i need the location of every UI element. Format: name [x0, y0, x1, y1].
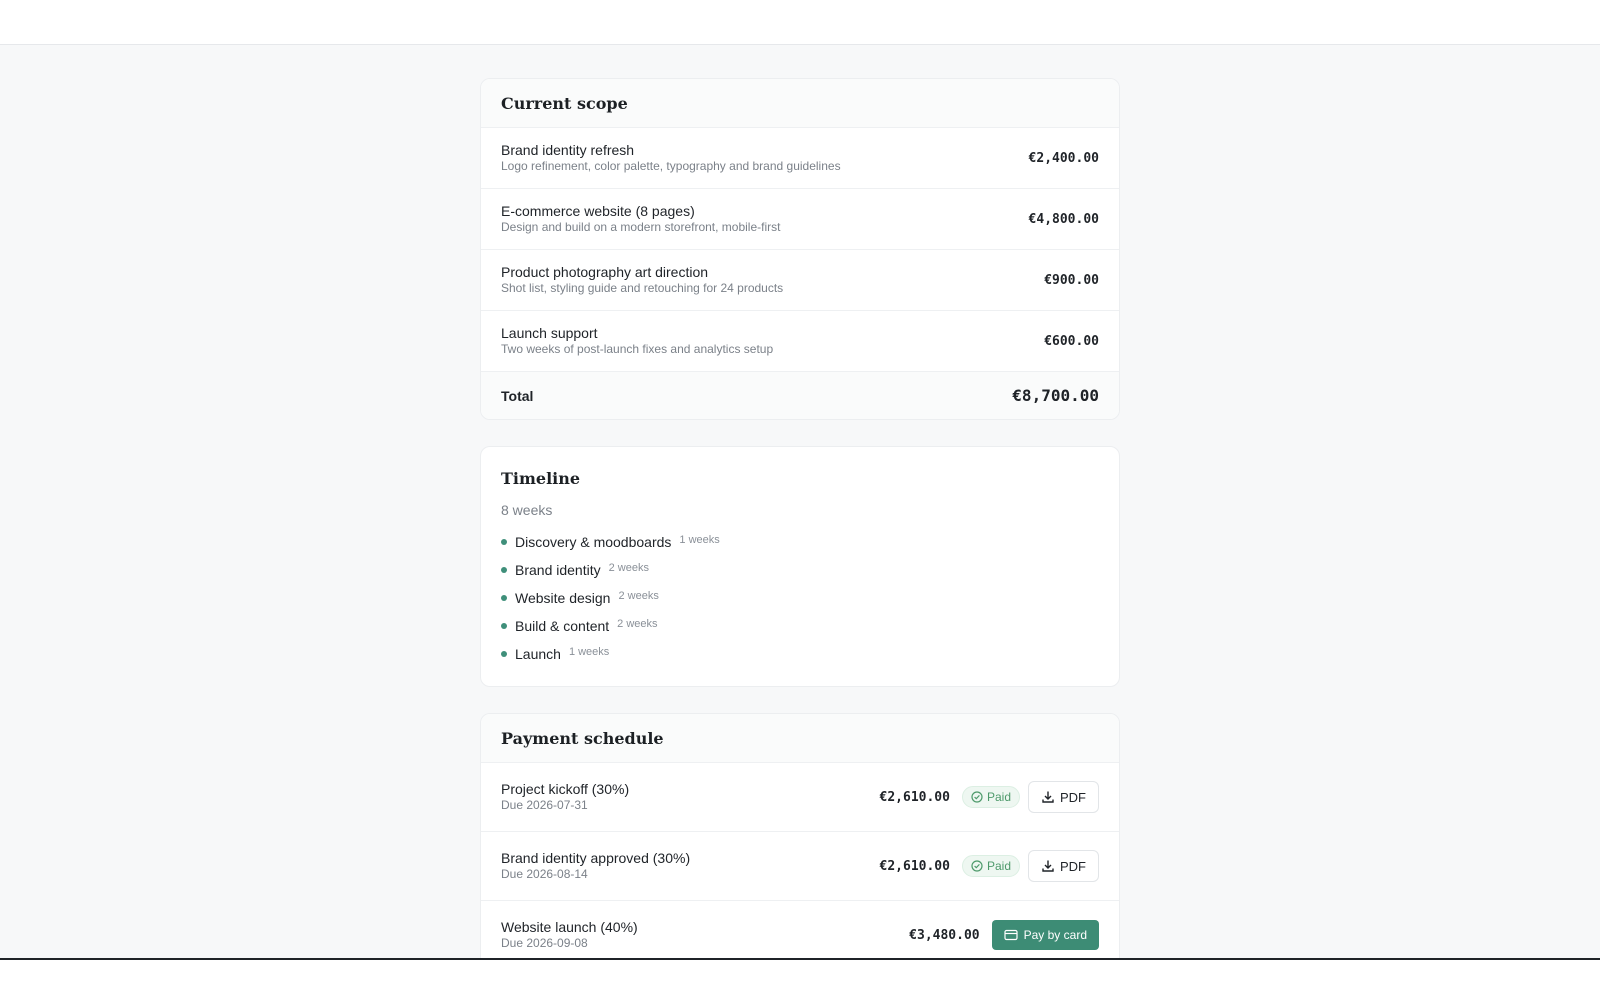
phase-name: Discovery & moodboards — [515, 534, 672, 550]
phase-item: Discovery & moodboards 1 weeks — [501, 528, 1099, 556]
payment-due-date: Due 2026-07-31 — [501, 798, 588, 812]
phase-item: Build & content 2 weeks — [501, 612, 1099, 640]
scope-item: Product photography art direction Shot l… — [481, 250, 1119, 311]
total-amount: €8,700.00 — [1012, 386, 1099, 405]
scope-card-header: Current scope — [481, 79, 1119, 128]
phase-item: Website design 2 weeks — [501, 584, 1099, 612]
scope-item-description: Shot list, styling guide and retouching … — [501, 281, 784, 295]
timeline-duration: 8 weeks — [501, 502, 553, 518]
scope-item-description: Design and build on a modern storefront,… — [501, 220, 781, 234]
phase-item: Launch 1 weeks — [501, 640, 1099, 668]
page-content: Current scope Brand identity refresh Log… — [480, 78, 1120, 997]
payment-amount: €2,610.00 — [879, 858, 950, 874]
status-badge: Paid — [961, 855, 1020, 877]
status-badge: Paid — [961, 786, 1020, 808]
scope-item-text: E-commerce website (8 pages) Design and … — [501, 203, 780, 235]
phase-duration: 1 weeks — [568, 646, 610, 658]
phase-name: Website design — [515, 590, 611, 606]
check-circle-icon — [971, 860, 983, 872]
dot-icon — [501, 595, 507, 601]
phase-name: Brand identity — [515, 562, 601, 578]
top-bar — [0, 0, 1600, 45]
payment-title: Payment schedule — [501, 728, 664, 748]
payment-amount: €2,610.00 — [879, 789, 950, 805]
timeline-card: Timeline 8 weeks Discovery & moodboards … — [480, 446, 1120, 687]
dot-icon — [501, 567, 507, 573]
scope-item: E-commerce website (8 pages) Design and … — [481, 189, 1119, 250]
scope-item-amount: €2,400.00 — [1028, 150, 1099, 166]
scope-title: Current scope — [501, 93, 628, 113]
scope-item: Launch support Two weeks of post-launch … — [481, 311, 1119, 372]
payment-text: Brand identity approved (30%) Due 2026-0… — [501, 850, 690, 882]
scope-item-title: Brand identity refresh — [501, 142, 635, 158]
payment-title: Project kickoff (30%) — [501, 781, 630, 797]
scope-item-title: E-commerce website (8 pages) — [501, 203, 695, 219]
below-viewport-area — [0, 960, 1600, 1000]
phase-name: Launch — [515, 646, 561, 662]
timeline-title: Timeline — [501, 469, 581, 488]
scope-item-amount: €900.00 — [1044, 272, 1099, 288]
scope-item-description: Logo refinement, color palette, typograp… — [501, 159, 841, 173]
scope-total-row: Total €8,700.00 — [481, 372, 1119, 419]
scope-item-text: Launch support Two weeks of post-launch … — [501, 325, 773, 357]
payment-text: Project kickoff (30%) Due 2026-07-31 — [501, 781, 629, 813]
payment-title: Brand identity approved (30%) — [501, 850, 691, 866]
scope-item-title: Product photography art direction — [501, 264, 709, 280]
phase-item: Brand identity 2 weeks — [501, 556, 1099, 584]
pay-button-label: Pay by card — [1023, 928, 1087, 942]
payment-card: Payment schedule Project kickoff (30%) D… — [480, 713, 1120, 971]
scope-item-amount: €600.00 — [1044, 333, 1099, 349]
phase-name: Build & content — [515, 618, 610, 634]
payment-text: Website launch (40%) Due 2026-09-08 — [501, 919, 638, 951]
payment-amount: €3,480.00 — [909, 927, 980, 943]
payment-actions: €2,610.00 Paid PDF — [880, 850, 1099, 882]
scope-item-description: Two weeks of post-launch fixes and analy… — [501, 342, 774, 356]
payment-card-header: Payment schedule — [481, 714, 1119, 763]
phase-duration: 2 weeks — [617, 618, 658, 630]
dot-icon — [501, 539, 507, 545]
payment-title: Website launch (40%) — [501, 919, 638, 935]
payment-row: Brand identity approved (30%) Due 2026-0… — [481, 832, 1119, 901]
download-pdf-button[interactable]: PDF — [1028, 850, 1099, 882]
payment-due-date: Due 2026-08-14 — [501, 867, 588, 881]
phase-duration: 1 weeks — [679, 534, 720, 546]
download-icon — [1042, 791, 1054, 803]
download-icon — [1042, 860, 1054, 872]
check-circle-icon — [971, 791, 983, 803]
credit-card-icon — [1004, 929, 1018, 941]
status-label: Paid — [986, 790, 1011, 804]
payment-due-date: Due 2026-09-08 — [501, 936, 588, 950]
pdf-button-label: PDF — [1060, 789, 1086, 805]
phase-list: Discovery & moodboards 1 weeks Brand ide… — [501, 528, 1099, 668]
scope-card: Current scope Brand identity refresh Log… — [480, 78, 1120, 420]
scope-item-text: Product photography art direction Shot l… — [501, 264, 783, 296]
total-label: Total — [501, 387, 534, 404]
dot-icon — [501, 623, 507, 629]
payment-row: Project kickoff (30%) Due 2026-07-31 €2,… — [481, 763, 1119, 832]
phase-duration: 2 weeks — [618, 590, 659, 602]
scope-item-text: Brand identity refresh Logo refinement, … — [501, 142, 841, 174]
download-pdf-button[interactable]: PDF — [1028, 781, 1099, 813]
scope-item-amount: €4,800.00 — [1028, 211, 1099, 227]
payment-actions: €2,610.00 Paid PDF — [880, 781, 1099, 813]
phase-duration: 2 weeks — [608, 562, 649, 574]
pdf-button-label: PDF — [1060, 858, 1086, 874]
scope-item-title: Launch support — [501, 325, 598, 341]
pay-by-card-button[interactable]: Pay by card — [991, 920, 1099, 950]
dot-icon — [501, 651, 507, 657]
scope-item: Brand identity refresh Logo refinement, … — [481, 128, 1119, 189]
payment-actions: €3,480.00 Pay by card — [909, 920, 1099, 950]
status-label: Paid — [986, 859, 1011, 873]
